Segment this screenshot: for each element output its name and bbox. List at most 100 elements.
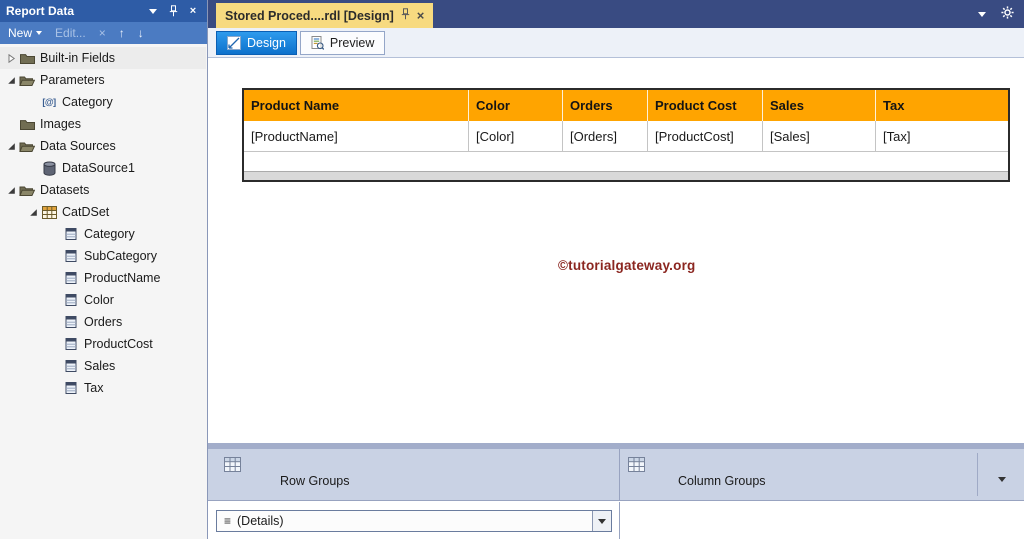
- tree-item-label: Parameters: [40, 73, 105, 87]
- row-groups-list: ≡ (Details): [208, 502, 620, 539]
- tablix-data-cell-3[interactable]: [ProductCost]: [648, 121, 763, 152]
- move-down-icon[interactable]: ↓: [138, 26, 144, 40]
- tablix-header-cell-4[interactable]: Sales: [763, 90, 876, 121]
- folder-icon: [18, 118, 36, 131]
- tree-item-catdset[interactable]: CatDSet: [0, 201, 206, 223]
- ssrs-report-designer: Report Data × New Edit... × ↑ ↓ Built-in…: [0, 0, 1024, 539]
- tree-item-label: CatDSet: [62, 205, 109, 219]
- field-icon: [62, 382, 80, 394]
- column-groups-grid-icon: [628, 457, 645, 475]
- details-dropdown-button[interactable]: [592, 511, 611, 531]
- field-icon: [62, 338, 80, 350]
- watermark: ©tutorialgateway.org: [558, 258, 695, 273]
- field-icon: [62, 316, 80, 328]
- tree-item-label: Tax: [84, 381, 103, 395]
- tablix-data-cell-2[interactable]: [Orders]: [563, 121, 648, 152]
- document-well: Stored Proced....rdl [Design] ×: [208, 0, 1024, 28]
- tree-item-sales[interactable]: Sales: [0, 355, 206, 377]
- folder-open-icon: [18, 140, 36, 153]
- tree-item-label: Data Sources: [40, 139, 116, 153]
- tree-expander-collapsed-icon[interactable]: [4, 54, 18, 63]
- tree-item-label: Category: [84, 227, 135, 241]
- tree-expander-expanded-icon[interactable]: [4, 142, 18, 151]
- document-tab[interactable]: Stored Proced....rdl [Design] ×: [216, 3, 433, 28]
- document-tab-title: Stored Proced....rdl [Design]: [225, 9, 394, 23]
- field-icon: [62, 294, 80, 306]
- document-well-buttons: [978, 0, 1014, 28]
- close-icon[interactable]: ×: [417, 9, 425, 22]
- design-surface[interactable]: Product NameColorOrdersProduct CostSales…: [208, 58, 1024, 443]
- tree-item-color[interactable]: Color: [0, 289, 206, 311]
- details-group-label: (Details): [237, 514, 284, 528]
- folder-icon: [18, 52, 36, 65]
- tree-item-label: SubCategory: [84, 249, 157, 263]
- tablix-data-cell-1[interactable]: [Color]: [469, 121, 563, 152]
- tree-item-datasource1[interactable]: DataSource1: [0, 157, 206, 179]
- pin-icon[interactable]: [401, 8, 410, 23]
- tablix-data-cell-0[interactable]: [ProductName]: [244, 121, 469, 152]
- tree-item-label: Datasets: [40, 183, 89, 197]
- edit-button[interactable]: Edit...: [55, 26, 86, 40]
- pane-menu-chevron-down-icon[interactable]: [145, 3, 161, 19]
- tablix-bottom-strip: [244, 171, 1008, 180]
- tree-item-tax[interactable]: Tax: [0, 377, 206, 399]
- tree-item-subcategory[interactable]: SubCategory: [0, 245, 206, 267]
- new-button-label: New: [8, 26, 32, 40]
- gear-icon[interactable]: [1001, 6, 1014, 22]
- tree-item-productname[interactable]: ProductName: [0, 267, 206, 289]
- open-files-chevron-down-icon[interactable]: [978, 12, 986, 17]
- tree-item-category[interactable]: [@] Category: [0, 91, 206, 113]
- tablix-header-cell-5[interactable]: Tax: [876, 90, 1008, 121]
- pane-title: Report Data: [6, 4, 74, 18]
- tablix-data-cell-5[interactable]: [Tax]: [876, 121, 1008, 152]
- view-tab-strip: Design Preview: [208, 28, 1024, 58]
- new-button[interactable]: New: [8, 26, 42, 40]
- tablix-header-row: Product NameColorOrdersProduct CostSales…: [244, 90, 1008, 121]
- tree-item-data-sources[interactable]: Data Sources: [0, 135, 206, 157]
- tree-item-orders[interactable]: Orders: [0, 311, 206, 333]
- grouping-pane-collapse-chevron-icon[interactable]: [998, 471, 1006, 485]
- column-groups-list: [620, 502, 1024, 539]
- tablix-header-cell-2[interactable]: Orders: [563, 90, 648, 121]
- row-groups-header: Row Groups: [208, 449, 620, 500]
- tree-expander-expanded-icon[interactable]: [4, 186, 18, 195]
- tablix-header-cell-0[interactable]: Product Name: [244, 90, 469, 121]
- tree-item-label: Color: [84, 293, 114, 307]
- tablix-data-cell-4[interactable]: [Sales]: [763, 121, 876, 152]
- tree-expander-expanded-icon[interactable]: [26, 208, 40, 217]
- tree-item-parameters[interactable]: Parameters: [0, 69, 206, 91]
- tree-item-label: Orders: [84, 315, 122, 329]
- tree-item-label: Images: [40, 117, 81, 131]
- report-tablix[interactable]: Product NameColorOrdersProduct CostSales…: [242, 88, 1010, 182]
- tablix-header-cell-3[interactable]: Product Cost: [648, 90, 763, 121]
- close-icon[interactable]: ×: [185, 3, 201, 19]
- tree-item-images[interactable]: Images: [0, 113, 206, 135]
- pin-icon[interactable]: [165, 3, 181, 19]
- tree-item-datasets[interactable]: Datasets: [0, 179, 206, 201]
- parameter-icon: [@]: [40, 97, 58, 107]
- details-group-item[interactable]: ≡ (Details): [216, 510, 612, 532]
- row-groups-label: Row Groups: [280, 474, 349, 488]
- tree-expander-expanded-icon[interactable]: [4, 76, 18, 85]
- delete-icon[interactable]: ×: [99, 26, 106, 40]
- tree-item-label: DataSource1: [62, 161, 135, 175]
- design-tab-label: Design: [247, 36, 286, 50]
- database-icon: [40, 161, 58, 176]
- tree-item-category[interactable]: Category: [0, 223, 206, 245]
- tab-design[interactable]: Design: [216, 31, 297, 55]
- column-groups-label: Column Groups: [678, 474, 766, 488]
- tab-preview[interactable]: Preview: [300, 31, 385, 55]
- report-data-pane-header[interactable]: Report Data ×: [0, 0, 207, 22]
- tablix-header-cell-1[interactable]: Color: [469, 90, 563, 121]
- grouping-pane-header: Row Groups Column Groups: [208, 449, 1024, 501]
- tree-item-built-in-fields[interactable]: Built-in Fields: [0, 47, 206, 69]
- move-up-icon[interactable]: ↑: [119, 26, 125, 40]
- tree-item-label: Category: [62, 95, 113, 109]
- folder-open-icon: [18, 74, 36, 87]
- field-icon: [62, 250, 80, 262]
- grouping-header-separator: [977, 453, 978, 496]
- report-data-toolbar: New Edit... × ↑ ↓: [0, 22, 207, 44]
- report-data-tree: Built-in Fields Parameters [@] Category Imag…: [0, 44, 206, 539]
- tree-item-label: Built-in Fields: [40, 51, 115, 65]
- tree-item-productcost[interactable]: ProductCost: [0, 333, 206, 355]
